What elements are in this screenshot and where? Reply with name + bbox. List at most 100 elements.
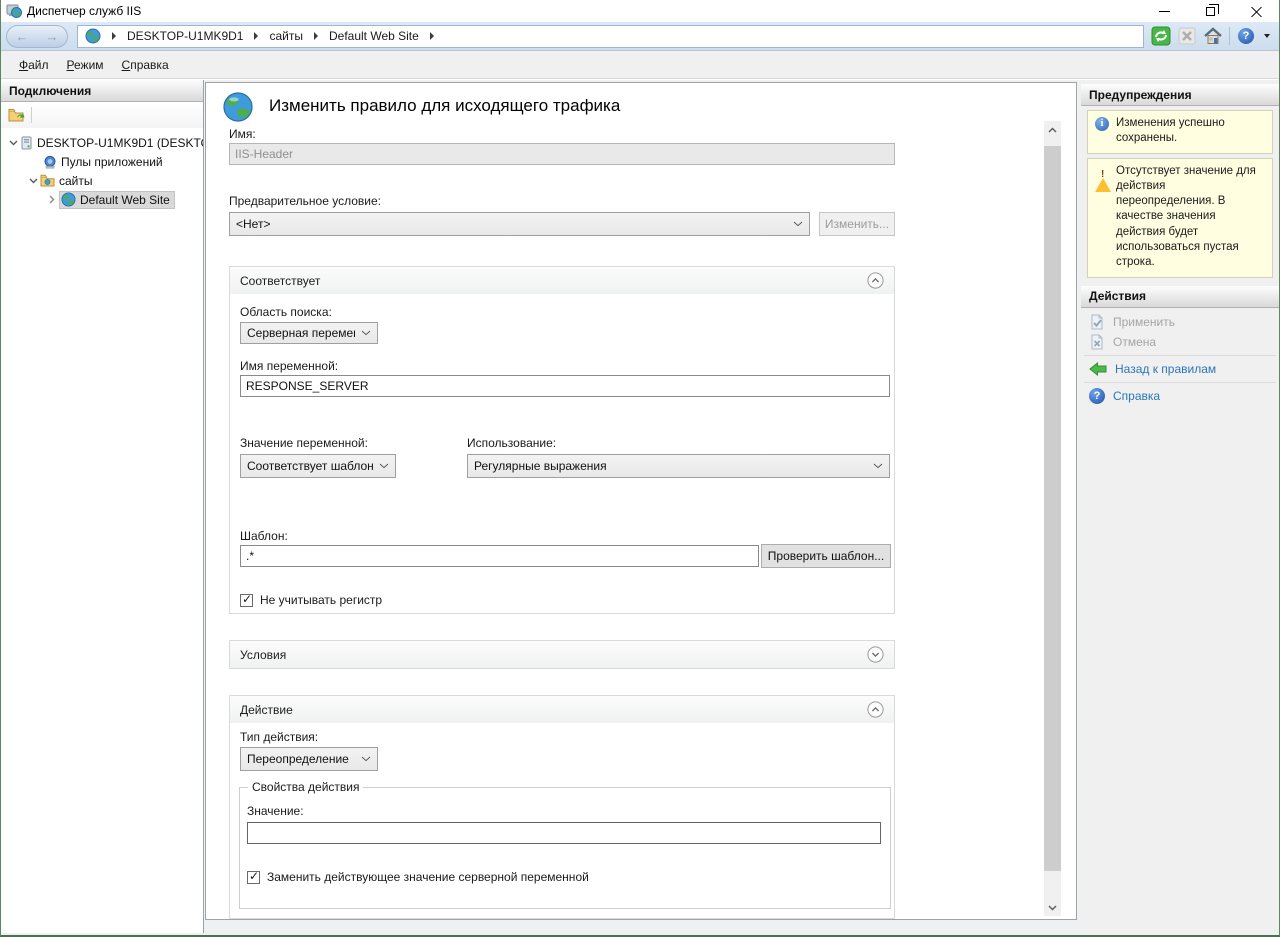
help-label: Справка xyxy=(1113,389,1160,403)
stop-disconnect-icon[interactable] xyxy=(1177,26,1197,46)
right-panel: Предупреждения i Изменения успешно сохра… xyxy=(1081,80,1279,935)
action-properties-group: Свойства действия Значение: ✓ Заменить д… xyxy=(239,787,891,909)
help-icon: ? xyxy=(1089,388,1105,404)
site-globe-icon[interactable] xyxy=(83,26,103,46)
home-icon[interactable] xyxy=(1203,26,1223,46)
help-dropdown-caret-icon[interactable] xyxy=(1264,34,1270,38)
restore-button[interactable] xyxy=(1187,0,1233,22)
tree-item-app-pools[interactable]: Пулы приложений xyxy=(1,152,203,171)
tree-item-label: DESKTOP-U1MK9D1 (DESKTOI xyxy=(37,136,203,150)
chevron-expanded-icon[interactable] xyxy=(6,140,20,146)
action-section-header: Действие xyxy=(230,696,894,723)
match-section: Соответствует Область поиска: Серверная … xyxy=(229,266,895,614)
pattern-label: Шаблон: xyxy=(240,529,288,543)
menu-file[interactable]: Файл xyxy=(10,53,58,77)
tree-item-default-web-site[interactable]: Default Web Site xyxy=(1,190,203,209)
chevron-collapsed-icon[interactable] xyxy=(45,195,59,204)
chevron-down-icon xyxy=(787,221,803,227)
breadcrumb-default-web-site[interactable]: Default Web Site xyxy=(327,27,421,45)
action-type-select[interactable]: Переопределение xyxy=(240,747,378,771)
expand-down-icon[interactable] xyxy=(866,646,884,664)
test-pattern-button[interactable]: Проверить шаблон... xyxy=(761,544,891,568)
replace-checkbox-row: ✓ Заменить действующее значение серверно… xyxy=(247,870,589,884)
value-field[interactable] xyxy=(247,822,881,844)
chevron-down-icon xyxy=(373,463,389,469)
help-link[interactable]: ? Справка xyxy=(1081,386,1279,406)
tree-item-sites[interactable]: сайты xyxy=(1,171,203,190)
back-button[interactable]: ← xyxy=(16,30,29,43)
sites-folder-icon xyxy=(40,174,55,187)
scope-select[interactable]: Серверная переменн xyxy=(240,322,378,344)
forward-button[interactable]: → xyxy=(46,30,59,43)
back-to-rules-label: Назад к правилам xyxy=(1115,362,1216,376)
cancel-button[interactable]: Отмена xyxy=(1081,332,1279,352)
using-select[interactable]: Регулярные выражения xyxy=(467,454,890,478)
ignore-case-checkbox[interactable]: ✓ xyxy=(240,594,253,607)
connections-tree: DESKTOP-U1MK9D1 (DESKTOI Пулы приложений… xyxy=(1,128,203,209)
scope-label: Область поиска: xyxy=(240,305,332,319)
tree-item-server[interactable]: DESKTOP-U1MK9D1 (DESKTOI xyxy=(1,133,203,152)
refresh-icon[interactable] xyxy=(1151,26,1171,46)
vertical-scrollbar[interactable] xyxy=(1044,121,1061,916)
pattern-field[interactable] xyxy=(240,545,759,567)
selected-tree-item[interactable]: Default Web Site xyxy=(59,191,175,209)
precondition-select[interactable]: <Нет> xyxy=(229,212,810,236)
edit-precondition-button[interactable]: Изменить... xyxy=(819,212,895,236)
collapse-up-icon[interactable] xyxy=(866,272,884,290)
conditions-section-header: Условия xyxy=(230,641,894,668)
breadcrumb-server[interactable]: DESKTOP-U1MK9D1 xyxy=(125,27,245,45)
back-to-rules-link[interactable]: Назад к правилам xyxy=(1081,359,1279,379)
menu-help[interactable]: Справка xyxy=(113,53,178,77)
alert-info: i Изменения успешно сохранены. xyxy=(1087,110,1273,154)
ignore-case-checkbox-row: ✓ Не учитывать регистр xyxy=(240,593,382,607)
check-icon: ✓ xyxy=(242,592,252,606)
main-area: Подключения DESKTOP-U1MK9D1 (DESKTOI xyxy=(1,80,1279,935)
replace-checkbox[interactable]: ✓ xyxy=(247,871,260,884)
chevron-down-icon xyxy=(867,463,883,469)
page-globe-icon xyxy=(222,91,254,128)
minimize-button[interactable] xyxy=(1141,0,1187,22)
chevron-expanded-icon[interactable] xyxy=(26,178,40,184)
value-label: Значение: xyxy=(247,804,304,818)
info-icon: i xyxy=(1095,117,1109,131)
toolbar-divider xyxy=(1229,27,1230,45)
scroll-down-button[interactable] xyxy=(1044,899,1061,916)
alerts-header: Предупреждения xyxy=(1081,84,1279,106)
restore-icon xyxy=(1206,7,1215,16)
connections-header: Подключения xyxy=(1,80,203,102)
breadcrumb-sites[interactable]: сайты xyxy=(267,27,305,45)
variable-name-field[interactable] xyxy=(240,375,890,397)
minimize-icon xyxy=(1159,11,1170,12)
scrollbar-thumb[interactable] xyxy=(1044,146,1061,871)
server-icon xyxy=(20,136,33,150)
breadcrumb-separator xyxy=(314,32,318,40)
menu-mode[interactable]: Режим xyxy=(58,53,113,77)
variable-name-label: Имя переменной: xyxy=(240,359,338,373)
help-icon[interactable]: ? xyxy=(1236,26,1256,46)
name-field[interactable] xyxy=(229,143,895,165)
action-section-title: Действие xyxy=(240,703,293,717)
edit-outbound-rule-page: Изменить правило для исходящего трафика … xyxy=(205,82,1077,920)
warning-icon: ! xyxy=(1095,165,1111,180)
close-icon xyxy=(1251,6,1262,17)
window-title: Диспетчер служб IIS xyxy=(27,4,141,18)
actions-divider xyxy=(1084,355,1276,356)
scroll-up-button[interactable] xyxy=(1044,121,1061,138)
chevron-down-icon xyxy=(355,756,371,762)
save-connection-icon[interactable] xyxy=(5,105,27,125)
variable-value-select[interactable]: Соответствует шаблону xyxy=(240,454,396,478)
conditions-section: Условия xyxy=(229,640,895,669)
breadcrumb: DESKTOP-U1MK9D1 сайты Default Web Site xyxy=(77,25,1144,48)
breadcrumb-separator xyxy=(254,32,258,40)
connections-toolbar xyxy=(1,102,203,128)
name-label: Имя: xyxy=(229,127,256,141)
close-button[interactable] xyxy=(1233,0,1279,22)
collapse-up-icon[interactable] xyxy=(866,701,884,719)
application-pools-icon xyxy=(43,155,57,169)
back-arrow-icon xyxy=(1089,362,1107,376)
precondition-label: Предварительное условие: xyxy=(229,194,381,208)
connections-panel: Подключения DESKTOP-U1MK9D1 (DESKTOI xyxy=(1,80,204,933)
apply-button[interactable]: Применить xyxy=(1081,312,1279,332)
ignore-case-label: Не учитывать регистр xyxy=(260,593,382,607)
title-bar: Диспетчер служб IIS xyxy=(1,0,1279,22)
